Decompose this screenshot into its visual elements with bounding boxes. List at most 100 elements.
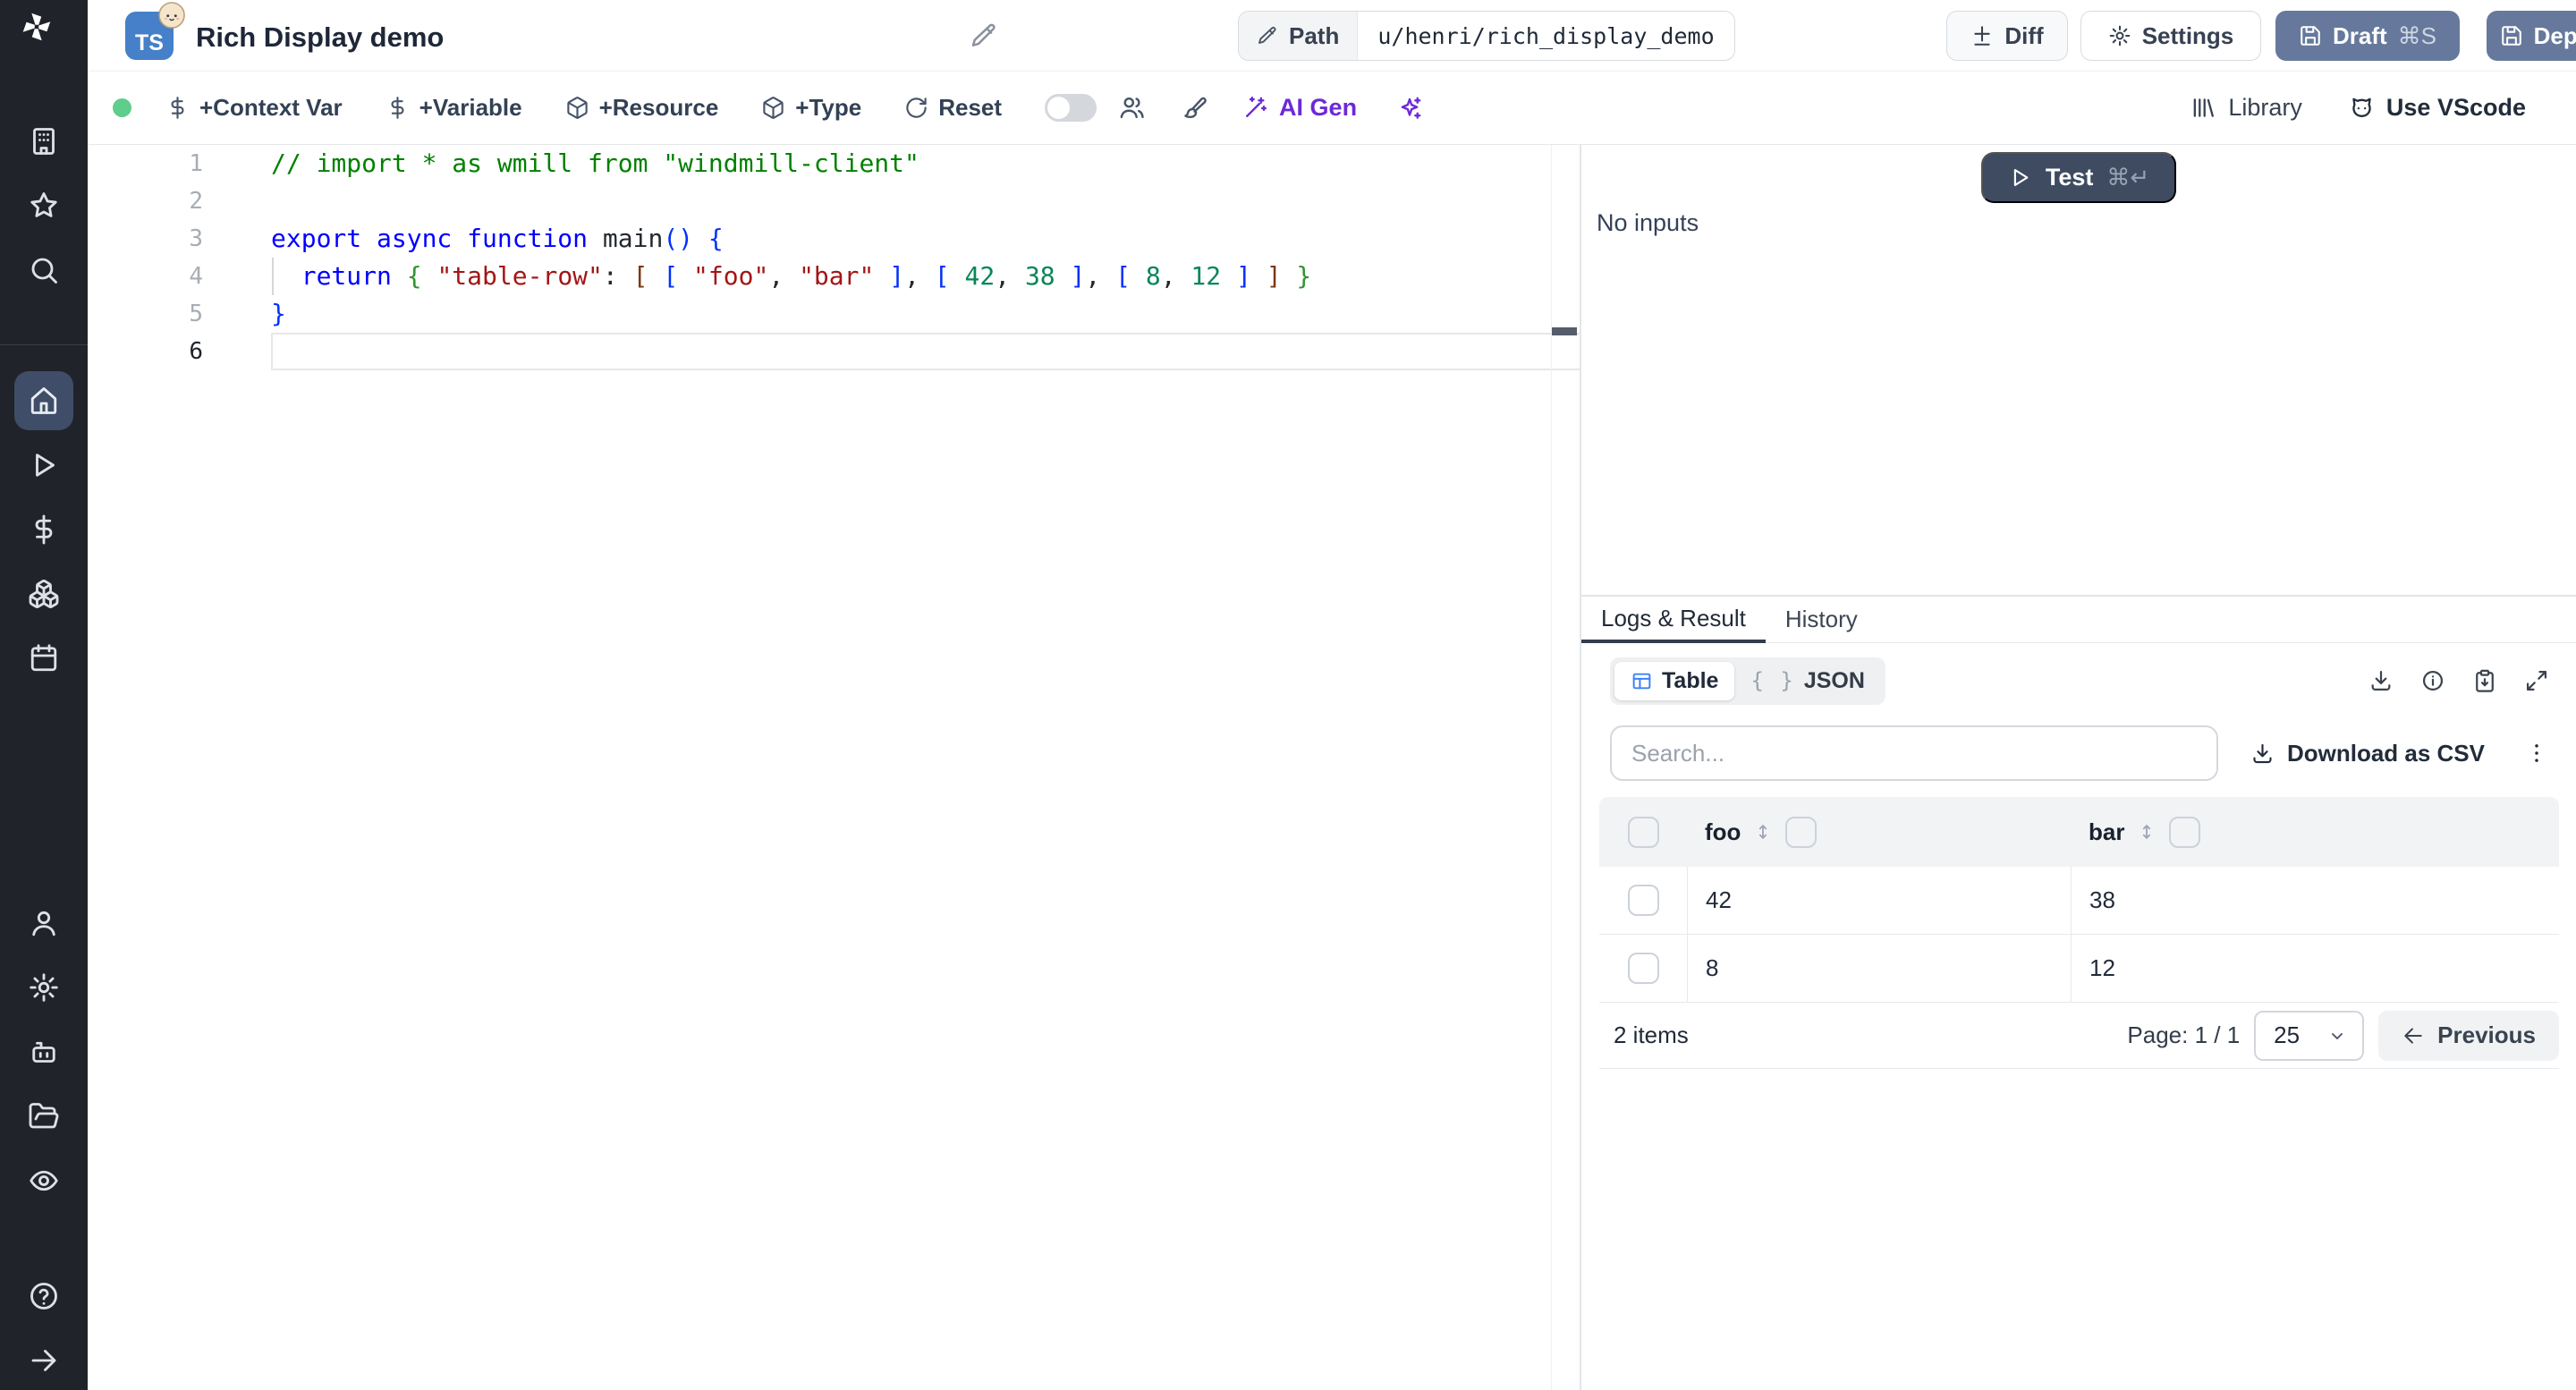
sidebar-item-calendar[interactable] bbox=[0, 626, 88, 691]
view-json-button[interactable]: { } JSON bbox=[1734, 662, 1880, 700]
code-line: // import * as wmill from "windmill-clie… bbox=[271, 148, 919, 178]
row-checkbox[interactable] bbox=[1627, 953, 1659, 984]
download-result-icon[interactable] bbox=[2368, 668, 2394, 693]
tab-logs-result[interactable]: Logs & Result bbox=[1581, 597, 1766, 643]
table-search-row: Download as CSV bbox=[1581, 718, 2576, 788]
sidebar-item-play[interactable] bbox=[0, 433, 88, 497]
windmill-logo-icon[interactable] bbox=[21, 11, 67, 57]
windmill-script-editor: TS Rich Display demo Path u/henri/rich_d… bbox=[0, 0, 2576, 1390]
pencil-icon bbox=[1257, 25, 1278, 47]
add-type-button[interactable]: +Type bbox=[761, 94, 861, 122]
download-csv-button[interactable]: Download as CSV bbox=[2250, 740, 2485, 767]
table-header-row: foo bar bbox=[1599, 797, 2559, 867]
diff-mode-toggle[interactable] bbox=[1045, 94, 1097, 122]
users-icon[interactable] bbox=[1118, 94, 1146, 122]
test-shortcut: ⌘↵ bbox=[2106, 164, 2150, 191]
table-row[interactable]: 8 12 bbox=[1599, 935, 2559, 1003]
diff-icon bbox=[1970, 24, 1994, 47]
path-button[interactable]: Path bbox=[1239, 12, 1359, 60]
sidebar-item-arrow-right[interactable] bbox=[0, 1328, 88, 1390]
diff-button[interactable]: Diff bbox=[1946, 11, 2068, 61]
search-input[interactable] bbox=[1610, 725, 2218, 781]
line-number: 2 bbox=[189, 188, 203, 215]
line-number: 5 bbox=[189, 301, 203, 327]
sidebar-item-star[interactable] bbox=[0, 174, 88, 238]
path-control: Path u/henri/rich_display_demo bbox=[1238, 11, 1735, 61]
code-line: } bbox=[271, 299, 286, 328]
table-row[interactable]: 42 38 bbox=[1599, 867, 2559, 935]
sidebar-item-settings[interactable] bbox=[0, 955, 88, 1020]
sidebar-item-user[interactable] bbox=[0, 891, 88, 955]
sidebar-item-building[interactable] bbox=[0, 109, 88, 174]
column-header-foo[interactable]: foo bbox=[1705, 818, 1741, 846]
copy-to-clipboard-icon[interactable] bbox=[2472, 668, 2497, 693]
code-editor[interactable]: 1 2 3 4 5 6 // import * as wmill from "windmi… bbox=[88, 145, 1660, 1390]
previous-page-button[interactable]: Previous bbox=[2378, 1010, 2559, 1061]
overview-ruler-cursor-marker bbox=[1552, 327, 1577, 335]
edit-summary-pencil-icon[interactable] bbox=[970, 21, 998, 50]
add-resource-button[interactable]: +Resource bbox=[565, 94, 718, 122]
sparkles-icon[interactable] bbox=[1396, 95, 1423, 122]
table-options-kebab-icon[interactable] bbox=[2524, 741, 2549, 766]
sidebar-item-help[interactable] bbox=[0, 1264, 88, 1328]
expand-icon[interactable] bbox=[2524, 668, 2549, 693]
cell-bar: 12 bbox=[2089, 954, 2115, 981]
help-icon bbox=[28, 1280, 60, 1312]
column-bar-checkbox[interactable] bbox=[2169, 816, 2201, 848]
github-cat-icon bbox=[2349, 95, 2375, 121]
page-size-select[interactable]: 25 bbox=[2254, 1010, 2365, 1061]
settings-icon bbox=[28, 971, 60, 1004]
view-table-button[interactable]: Table bbox=[1614, 661, 1735, 700]
run-inputs-section: Test ⌘↵ No inputs bbox=[1581, 145, 2576, 595]
line-number-gutter: 1 2 3 4 5 6 bbox=[88, 145, 216, 370]
toggle-knob bbox=[1047, 97, 1071, 119]
deploy-button[interactable]: Deploy bbox=[2487, 11, 2576, 61]
reset-button[interactable]: Reset bbox=[904, 94, 1002, 122]
sort-icon[interactable] bbox=[1753, 822, 1773, 842]
items-count: 2 items bbox=[1614, 1021, 1689, 1048]
add-variable-button[interactable]: +Variable bbox=[386, 94, 522, 122]
use-vscode-button[interactable]: Use VScode bbox=[2349, 94, 2526, 122]
add-context-var-button[interactable]: +Context Var bbox=[165, 94, 343, 122]
editor-toolbar: +Context Var +Variable +Resource +Type R… bbox=[88, 72, 2576, 145]
star-icon bbox=[28, 190, 60, 222]
braces-icon: { } bbox=[1750, 668, 1795, 693]
play-icon bbox=[2008, 165, 2032, 190]
sidebar-item-eye[interactable] bbox=[0, 1148, 88, 1213]
code-line: return { "table-row": [ [ "foo", "bar" ]… bbox=[301, 261, 1312, 291]
code-content[interactable]: // import * as wmill from "windmill-clie… bbox=[271, 145, 1580, 370]
column-foo-checkbox[interactable] bbox=[1785, 816, 1818, 848]
table-icon bbox=[1631, 670, 1653, 692]
ai-gen-button[interactable]: AI Gen bbox=[1241, 94, 1357, 122]
draft-button[interactable]: Draft ⌘S bbox=[2275, 11, 2460, 61]
path-value[interactable]: u/henri/rich_display_demo bbox=[1358, 12, 1733, 60]
logs-result-section: Logs & Result History Table { } JSON Sea… bbox=[1581, 595, 2576, 1388]
sidebar-item-home[interactable] bbox=[0, 369, 88, 433]
settings-button[interactable]: Settings bbox=[2080, 11, 2261, 61]
status-dot bbox=[113, 98, 131, 117]
sidebar-item-boxes[interactable] bbox=[0, 562, 88, 626]
folder-open-icon bbox=[28, 1100, 60, 1132]
format-brush-icon[interactable] bbox=[1180, 94, 1208, 122]
topbar: TS Rich Display demo Path u/henri/rich_d… bbox=[88, 0, 2576, 72]
page-info: Page: 1 / 1 bbox=[2127, 1021, 2241, 1048]
cell-bar: 38 bbox=[2089, 886, 2115, 913]
sort-icon[interactable] bbox=[2137, 822, 2157, 842]
library-icon bbox=[2190, 95, 2216, 121]
sidebar-item-dollar[interactable] bbox=[0, 497, 88, 562]
select-all-checkbox[interactable] bbox=[1627, 816, 1659, 848]
sidebar-item-folder-open[interactable] bbox=[0, 1084, 88, 1148]
info-icon[interactable] bbox=[2420, 668, 2445, 693]
tab-history[interactable]: History bbox=[1766, 597, 1877, 642]
cell-foo: 42 bbox=[1706, 886, 1732, 913]
row-checkbox[interactable] bbox=[1627, 885, 1659, 916]
column-header-bar[interactable]: bar bbox=[2089, 818, 2124, 846]
library-button[interactable]: Library bbox=[2190, 94, 2302, 122]
sidebar-item-bot[interactable] bbox=[0, 1020, 88, 1084]
test-button[interactable]: Test ⌘↵ bbox=[1981, 152, 2176, 203]
sidebar-item-search[interactable] bbox=[0, 238, 88, 302]
building-icon bbox=[28, 125, 60, 157]
line-number: 4 bbox=[189, 263, 203, 290]
code-line: export async function main() { bbox=[271, 224, 724, 253]
